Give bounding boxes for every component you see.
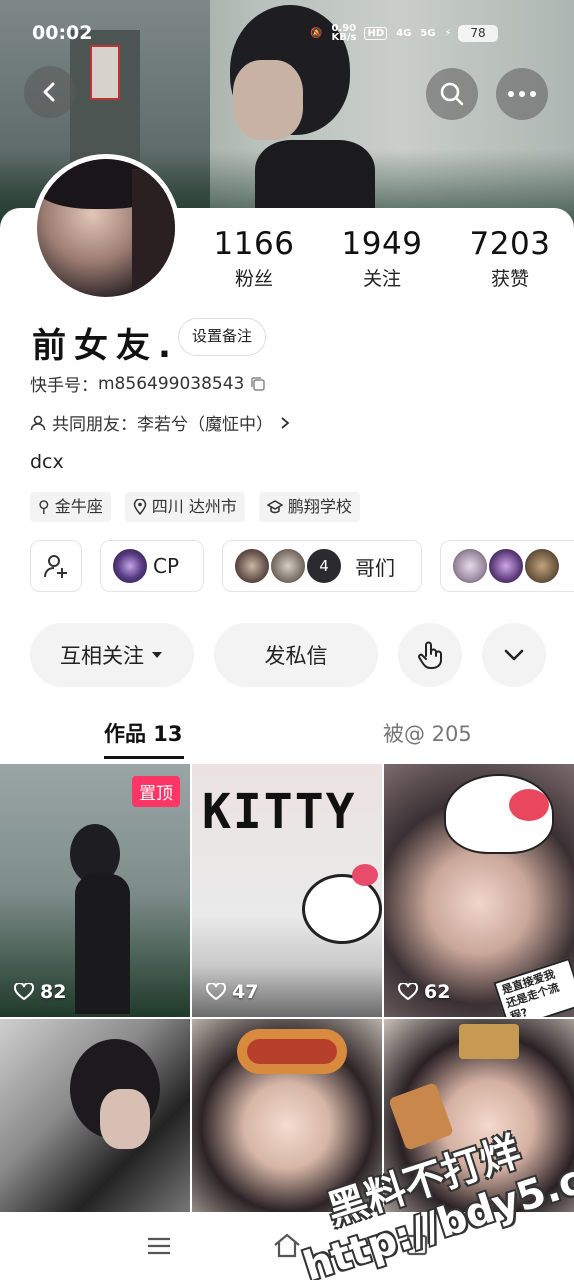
likes-count: 7203 bbox=[469, 226, 551, 262]
person-icon bbox=[30, 415, 46, 430]
zodiac-icon: ⚲ bbox=[38, 497, 50, 516]
stat-followers[interactable]: 1166 粉丝 bbox=[190, 226, 318, 291]
friends-value: 李若兮（魔怔中） bbox=[137, 415, 273, 435]
hand-tap-icon bbox=[418, 641, 442, 669]
menu-icon[interactable] bbox=[146, 1236, 172, 1256]
groups-row: CP 4 哥们 bbox=[30, 540, 574, 592]
group-avatar-1 bbox=[451, 547, 489, 585]
mute-icon: 🔕 bbox=[310, 27, 323, 39]
status-bar: 00:02 🔕 0.90 KB/s HD 4G 5G ⚡ 78 bbox=[0, 0, 574, 66]
brother-avatar-1 bbox=[233, 547, 271, 585]
followers-label: 粉丝 bbox=[234, 268, 273, 290]
chevron-down-icon bbox=[504, 649, 524, 661]
tag-location-label: 四川 达州市 bbox=[151, 497, 237, 516]
tags-row: ⚲ 金牛座 四川 达州市 鹏翔学校 bbox=[30, 492, 360, 522]
mutual-follow-label: 互相关注 bbox=[60, 644, 144, 668]
id-label: 快手号： bbox=[30, 376, 98, 396]
heart-icon bbox=[14, 983, 34, 1001]
poke-button[interactable] bbox=[398, 623, 462, 687]
status-time: 00:02 bbox=[32, 22, 93, 44]
send-message-button[interactable]: 发私信 bbox=[214, 623, 378, 687]
caret-down-icon bbox=[152, 652, 162, 658]
heart-icon bbox=[398, 983, 418, 1001]
brothers-label: 哥们 bbox=[355, 555, 395, 580]
expand-button[interactable] bbox=[482, 623, 546, 687]
signal-icon-1: 4G bbox=[396, 27, 412, 39]
likes-label: 获赞 bbox=[490, 268, 529, 290]
likes-badge: 47 bbox=[206, 981, 258, 1003]
content-tabs: 作品 13 被@ 205 bbox=[0, 712, 574, 762]
likes-badge: 82 bbox=[14, 981, 66, 1003]
tag-school[interactable]: 鹏翔学校 bbox=[258, 492, 360, 522]
heart-icon bbox=[206, 983, 226, 1001]
home-icon[interactable] bbox=[272, 1232, 302, 1258]
friends-label: 共同朋友： bbox=[52, 415, 137, 435]
avatar[interactable] bbox=[32, 154, 180, 302]
location-pin-icon bbox=[133, 499, 146, 515]
send-message-label: 发私信 bbox=[264, 644, 328, 668]
search-button[interactable] bbox=[426, 68, 478, 120]
tag-zodiac-label: 金牛座 bbox=[54, 497, 103, 516]
work-tile-3[interactable]: 是直接爱我 还是走个流程? 62 bbox=[384, 764, 574, 1017]
active-tab-indicator bbox=[104, 756, 184, 759]
likes-badge: 62 bbox=[398, 981, 450, 1003]
set-remark-button[interactable]: 设置备注 bbox=[178, 318, 267, 356]
brothers-group[interactable]: 4 哥们 bbox=[222, 540, 422, 592]
chevron-right-icon bbox=[281, 416, 290, 429]
stat-following[interactable]: 1949 关注 bbox=[318, 226, 446, 291]
kuaishou-id: 快手号： m856499038543 bbox=[30, 371, 266, 396]
mutual-follow-button[interactable]: 互相关注 bbox=[30, 623, 194, 687]
add-friend-button[interactable] bbox=[30, 540, 82, 592]
copy-icon[interactable] bbox=[250, 376, 266, 392]
add-person-icon bbox=[44, 555, 67, 578]
cp-group[interactable]: CP bbox=[100, 540, 204, 592]
tag-location[interactable]: 四川 达州市 bbox=[124, 492, 245, 522]
group-avatar-3 bbox=[523, 547, 561, 585]
more-dots-icon bbox=[508, 91, 536, 97]
kitty-text: KITTY bbox=[202, 784, 357, 840]
signal-icon-2: 5G bbox=[420, 27, 436, 39]
tab-mentioned[interactable]: 被@ 205 bbox=[383, 718, 472, 748]
following-count: 1949 bbox=[341, 226, 423, 262]
likes-count-2: 47 bbox=[232, 981, 259, 1003]
tag-school-label: 鹏翔学校 bbox=[287, 497, 352, 516]
action-row: 互相关注 发私信 bbox=[30, 623, 546, 687]
school-icon bbox=[266, 500, 283, 514]
work-tile-2[interactable]: KITTY 47 bbox=[192, 764, 382, 1017]
hd-icon: HD bbox=[364, 26, 388, 40]
mutual-friends-row[interactable]: 共同朋友： 李若兮（魔怔中） bbox=[30, 410, 291, 435]
battery-indicator: 78 bbox=[458, 25, 498, 42]
id-value: m856499038543 bbox=[98, 373, 245, 394]
following-label: 关注 bbox=[362, 268, 401, 290]
work-tile-1[interactable]: 置顶 82 bbox=[0, 764, 190, 1017]
brother-avatar-2 bbox=[269, 547, 307, 585]
group-avatar-2 bbox=[487, 547, 525, 585]
likes-count-1: 82 bbox=[40, 981, 67, 1003]
third-group[interactable] bbox=[440, 540, 574, 592]
work-tile-4[interactable] bbox=[0, 1019, 190, 1213]
charging-icon: ⚡ bbox=[444, 27, 452, 39]
more-button[interactable] bbox=[496, 68, 548, 120]
brother-count: 4 bbox=[305, 547, 343, 585]
bio: dcx bbox=[30, 451, 64, 473]
stat-likes[interactable]: 7203 获赞 bbox=[446, 226, 574, 291]
search-icon bbox=[440, 82, 464, 106]
likes-count-3: 62 bbox=[424, 981, 451, 1003]
back-button[interactable] bbox=[24, 66, 76, 118]
followers-count: 1166 bbox=[213, 226, 295, 262]
tab-works[interactable]: 作品 13 bbox=[104, 718, 183, 748]
cp-avatar bbox=[111, 547, 149, 585]
stats-row: 1166 粉丝 1949 关注 7203 获赞 bbox=[190, 226, 574, 291]
sticker-text: 是直接爱我 还是走个流程? bbox=[493, 957, 574, 1017]
chevron-left-icon bbox=[43, 82, 55, 102]
net-speed: 0.90 KB/s bbox=[331, 23, 357, 43]
pinned-badge: 置顶 bbox=[132, 776, 180, 807]
cp-label: CP bbox=[153, 554, 180, 578]
tag-zodiac[interactable]: ⚲ 金牛座 bbox=[30, 492, 111, 522]
profile-name: 前女友. bbox=[32, 326, 179, 366]
